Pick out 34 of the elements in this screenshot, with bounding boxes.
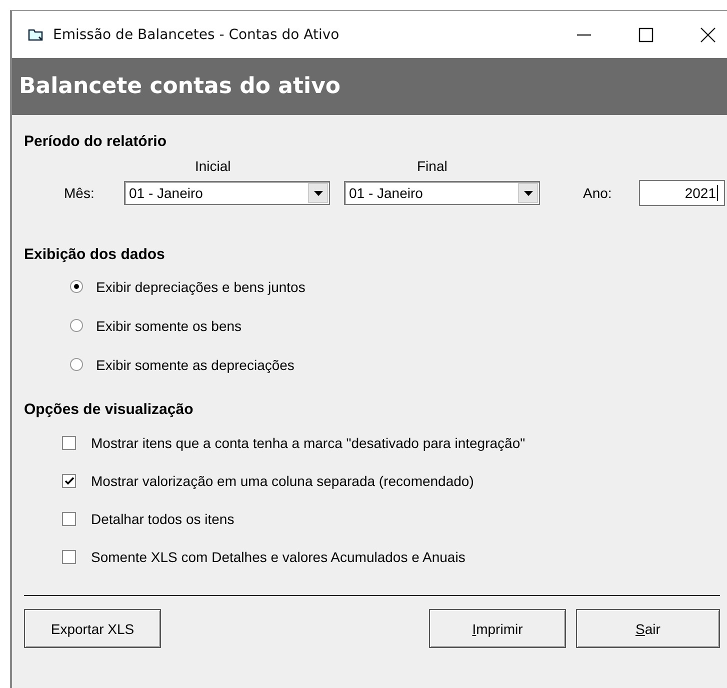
start-month-dropdown[interactable]: 01 - Janeiro bbox=[124, 181, 330, 205]
year-input[interactable]: 2021 bbox=[639, 180, 725, 206]
dropdown-arrow-icon bbox=[524, 190, 532, 196]
export-button[interactable]: Exportar XLS bbox=[24, 609, 161, 648]
window-title: Emissão de Balancetes - Contas do Ativo bbox=[53, 26, 340, 42]
window-app-icon bbox=[28, 28, 44, 42]
section-title: Exibição dos dados bbox=[24, 246, 166, 263]
checkbox-option[interactable]: Somente XLS com Detalhes e valores Acumulados e Anuais bbox=[62, 547, 727, 566]
header-title: Balancete contas do ativo bbox=[19, 74, 341, 99]
radio-button[interactable] bbox=[70, 358, 83, 371]
end-month-dropdown[interactable]: 01 - Janeiro bbox=[344, 181, 540, 205]
dialog-button[interactable]: Imprimir bbox=[429, 609, 566, 648]
radio-option[interactable]: Exibir somente os bens bbox=[70, 316, 727, 335]
dialog-button[interactable]: Sair bbox=[576, 609, 720, 648]
checkbox-option[interactable]: Mostrar valorização em uma coluna separada (recomendado) bbox=[62, 471, 727, 490]
checkbox-option[interactable]: Detalhar todos os itens bbox=[62, 509, 727, 528]
dropdown-arrow-icon bbox=[314, 190, 322, 196]
checkbox[interactable] bbox=[62, 550, 76, 564]
start-label: Inicial bbox=[195, 158, 231, 174]
month-label: Mês: bbox=[64, 185, 96, 201]
checkbox-option[interactable]: Mostrar itens que a conta tenha a marca "desativado para integração" bbox=[62, 433, 727, 452]
section-title: Período do relatório bbox=[24, 133, 168, 150]
close-icon[interactable] bbox=[700, 26, 716, 42]
radio-button[interactable] bbox=[70, 280, 83, 293]
checkbox[interactable] bbox=[62, 512, 76, 526]
radio-option[interactable]: Exibir somente as depreciações bbox=[70, 355, 727, 374]
section-title: Opções de visualização bbox=[24, 401, 194, 418]
year-label: Ano: bbox=[583, 185, 613, 201]
checkbox[interactable] bbox=[62, 474, 76, 488]
end-label: Final bbox=[417, 158, 448, 174]
checkbox[interactable] bbox=[62, 436, 76, 450]
radio-option[interactable]: Exibir depreciações e bens juntos bbox=[70, 277, 727, 296]
maximize-icon[interactable] bbox=[638, 26, 654, 42]
radio-button[interactable] bbox=[70, 319, 83, 332]
